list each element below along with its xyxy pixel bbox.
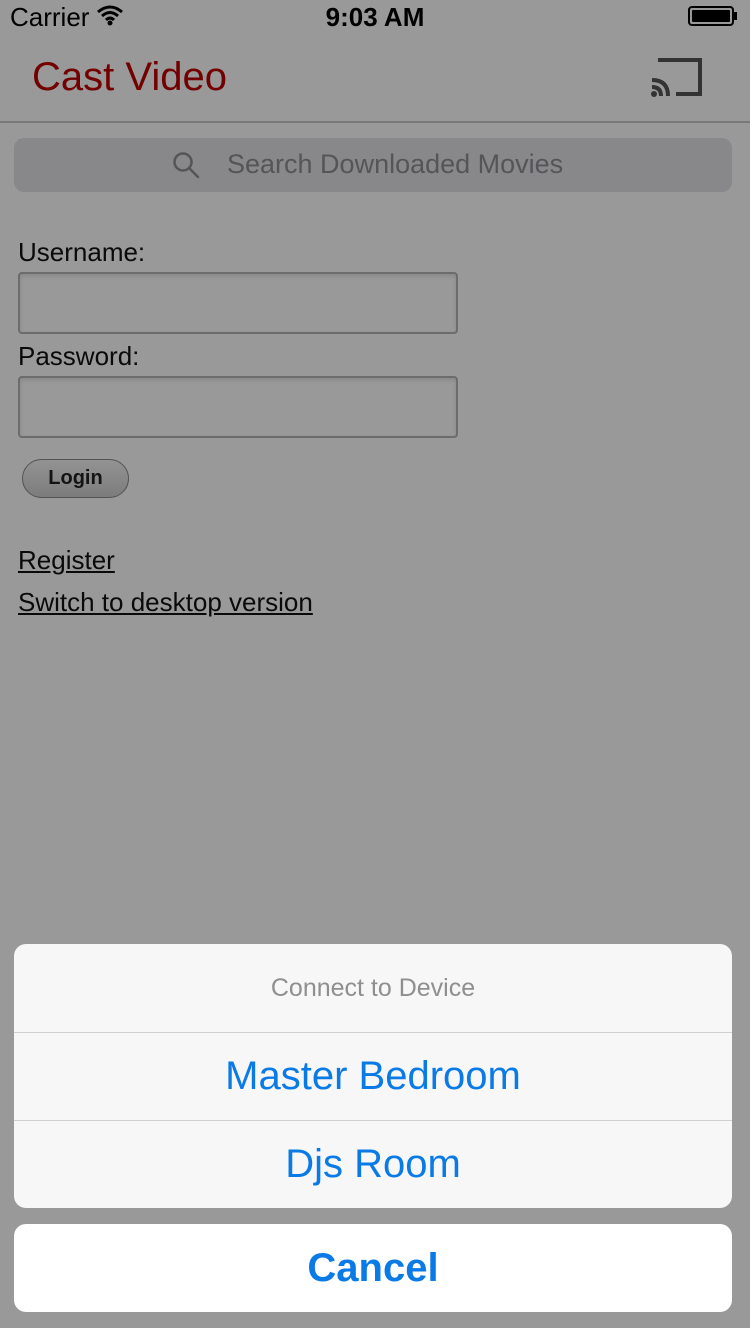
device-option-master-bedroom[interactable]: Master Bedroom	[14, 1033, 732, 1120]
cancel-button[interactable]: Cancel	[14, 1224, 732, 1312]
action-sheet-title: Connect to Device	[270, 974, 476, 1002]
device-action-sheet: Connect to Device Master Bedroom Djs Roo…	[14, 944, 732, 1208]
device-option-djs-room[interactable]: Djs Room	[14, 1121, 732, 1208]
